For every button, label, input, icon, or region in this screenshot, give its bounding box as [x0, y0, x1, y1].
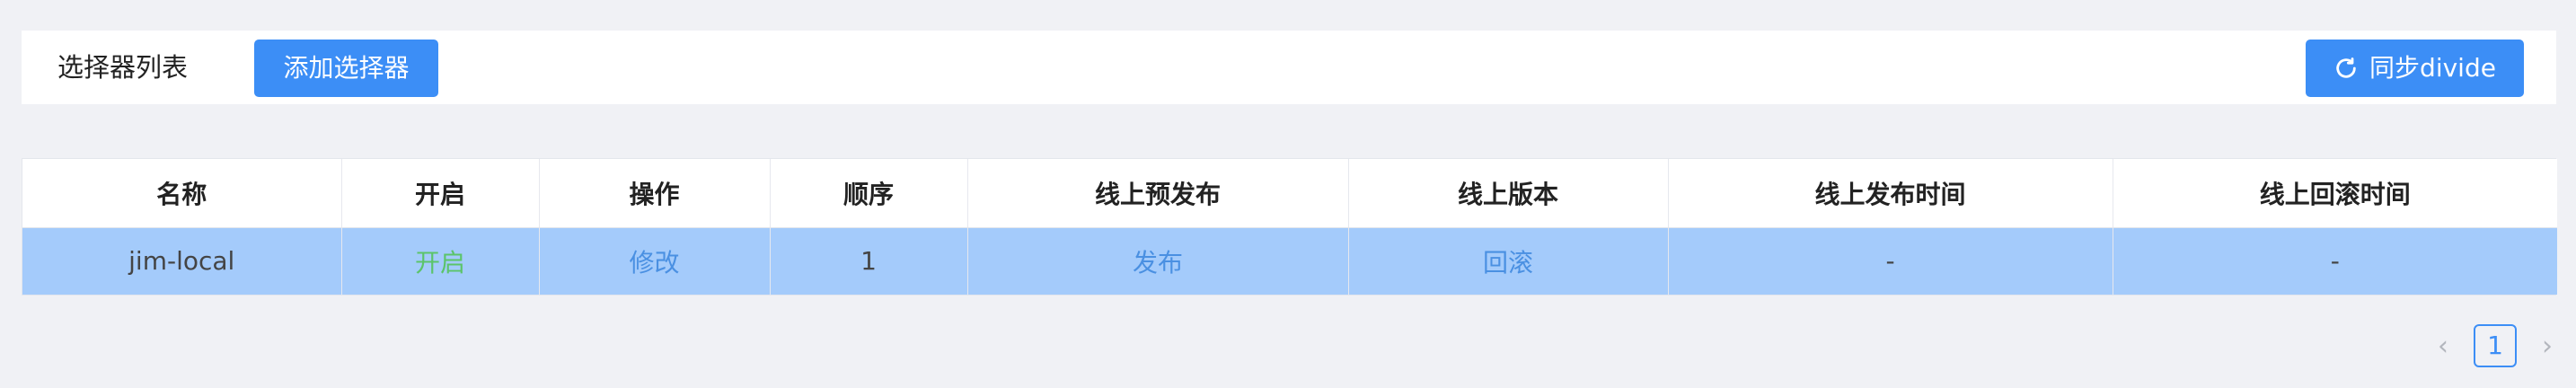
- cell-order: 1: [770, 227, 968, 295]
- column-header-rollback-time: 线上回滚时间: [2113, 159, 2557, 228]
- column-header-order: 顺序: [770, 159, 968, 228]
- column-header-name: 名称: [22, 159, 342, 228]
- header-bar: 选择器列表 添加选择器 同步divide: [22, 31, 2556, 104]
- selector-table: 名称 开启 操作 顺序 线上预发布 线上版本 线上发布时间 线上回滚时间 jim…: [22, 158, 2557, 295]
- cell-name: jim-local: [22, 227, 342, 295]
- page-title: 选择器列表: [57, 52, 189, 83]
- sync-divide-button[interactable]: 同步divide: [2306, 40, 2524, 97]
- table-header-row: 名称 开启 操作 顺序 线上预发布 线上版本 线上发布时间 线上回滚时间: [22, 159, 2557, 228]
- edit-link[interactable]: 修改: [539, 227, 771, 295]
- chevron-right-icon[interactable]: ›: [2529, 331, 2565, 362]
- column-header-version: 线上版本: [1348, 159, 1669, 228]
- column-header-publish-time: 线上发布时间: [1668, 159, 2113, 228]
- rollback-link[interactable]: 回滚: [1348, 227, 1669, 295]
- refresh-icon: [2333, 56, 2359, 81]
- cell-enabled-status: 开启: [341, 227, 540, 295]
- sync-divide-label: 同步divide: [2369, 53, 2496, 83]
- chevron-left-icon[interactable]: ‹: [2425, 331, 2461, 362]
- column-header-enabled: 开启: [341, 159, 540, 228]
- page-number-current[interactable]: 1: [2474, 324, 2517, 367]
- column-header-action: 操作: [539, 159, 771, 228]
- add-selector-button[interactable]: 添加选择器: [254, 40, 438, 97]
- table-row[interactable]: jim-local 开启 修改 1 发布 回滚 - -: [22, 227, 2557, 295]
- pagination: ‹ 1 ›: [2425, 323, 2565, 368]
- column-header-prerelease: 线上预发布: [967, 159, 1349, 228]
- publish-link[interactable]: 发布: [967, 227, 1349, 295]
- cell-publish-time: -: [1668, 227, 2113, 295]
- cell-rollback-time: -: [2113, 227, 2557, 295]
